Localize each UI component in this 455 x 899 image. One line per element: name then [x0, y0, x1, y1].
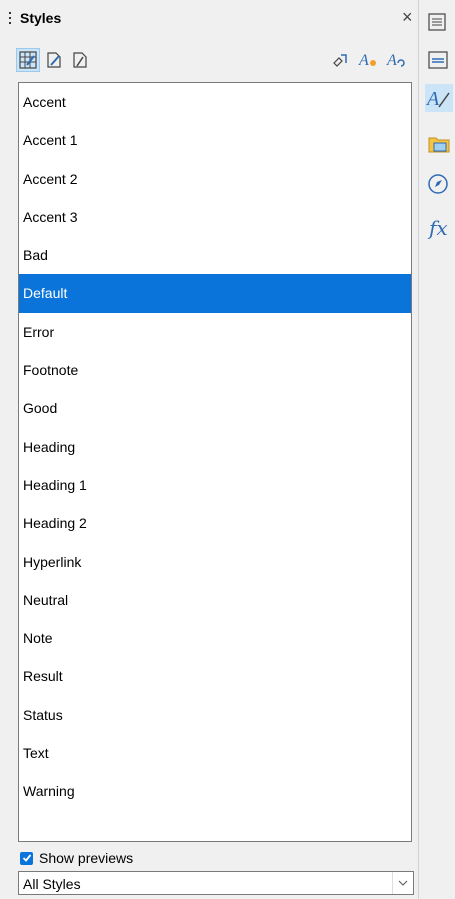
- panel-title: Styles: [20, 10, 62, 26]
- style-list-item[interactable]: Heading 1: [19, 466, 411, 504]
- style-list-item[interactable]: Heading 2: [19, 504, 411, 542]
- style-list-item[interactable]: Accent: [19, 83, 411, 121]
- functions-icon[interactable]: fx: [429, 214, 455, 242]
- close-icon[interactable]: ×: [402, 8, 413, 26]
- style-list-item[interactable]: Status: [19, 696, 411, 734]
- style-list-item[interactable]: Neutral: [19, 581, 411, 619]
- functions-label: fx: [429, 216, 448, 240]
- styles-list[interactable]: Accent Accent 1 Accent 2 Accent 3 Bad Default…: [18, 82, 412, 842]
- styles-icon[interactable]: A: [425, 84, 453, 112]
- new-style-icon[interactable]: A: [356, 48, 380, 72]
- style-list-item[interactable]: Hyperlink: [19, 543, 411, 581]
- style-filter-select[interactable]: All Styles: [18, 871, 414, 895]
- style-list-item[interactable]: Footnote: [19, 351, 411, 389]
- sidebar-menu-icon[interactable]: [427, 8, 455, 36]
- svg-text:A: A: [386, 52, 397, 69]
- show-previews-label: Show previews: [39, 850, 134, 866]
- cell-styles-icon[interactable]: [16, 48, 40, 72]
- style-list-item[interactable]: Error: [19, 313, 411, 351]
- style-list-item[interactable]: Bad: [19, 236, 411, 274]
- deck-sidebar: A fx: [418, 0, 455, 899]
- styles-panel: Styles × A A Accent Accent 1 Accent 2 Accen…: [0, 0, 418, 899]
- style-list-item[interactable]: Note: [19, 619, 411, 657]
- style-list-item[interactable]: Result: [19, 657, 411, 695]
- update-style-icon[interactable]: A: [384, 48, 408, 72]
- chevron-down-icon[interactable]: [392, 872, 413, 894]
- gallery-icon[interactable]: [427, 130, 455, 158]
- navigator-icon[interactable]: [427, 170, 455, 198]
- svg-text:A: A: [358, 52, 369, 69]
- style-list-item[interactable]: Accent 2: [19, 160, 411, 198]
- drawing-styles-icon[interactable]: [68, 48, 92, 72]
- style-list-item[interactable]: Warning: [19, 772, 411, 810]
- show-previews-checkbox[interactable]: [20, 851, 33, 865]
- style-list-item[interactable]: Text: [19, 734, 411, 772]
- styles-toolbar: A A: [16, 48, 418, 76]
- style-list-item[interactable]: Good: [19, 389, 411, 427]
- panel-title-bar: Styles ×: [0, 0, 418, 36]
- svg-text:A: A: [425, 88, 440, 110]
- style-filter-value: All Styles: [23, 876, 81, 892]
- fill-format-mode-icon[interactable]: [328, 48, 352, 72]
- style-list-item[interactable]: Accent 3: [19, 198, 411, 236]
- style-list-item[interactable]: Heading: [19, 428, 411, 466]
- show-previews[interactable]: Show previews: [20, 850, 133, 866]
- style-list-item[interactable]: Default: [19, 274, 411, 313]
- grip-icon[interactable]: [9, 12, 12, 26]
- style-list-item[interactable]: Accent 1: [19, 121, 411, 159]
- page-styles-icon[interactable]: [42, 48, 66, 72]
- properties-icon[interactable]: [427, 46, 455, 74]
